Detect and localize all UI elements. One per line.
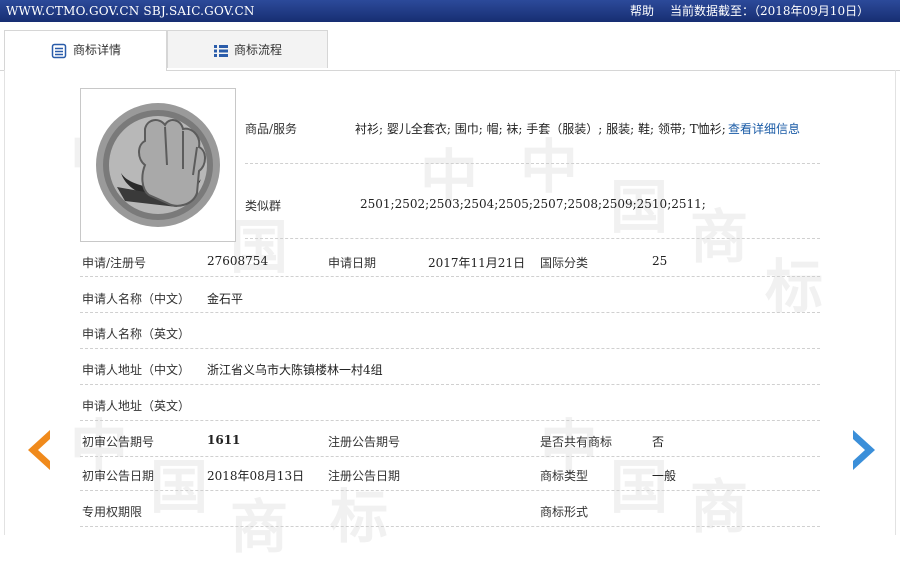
- watermark-char: 商: [230, 493, 289, 561]
- watermark-char: 国: [150, 453, 209, 521]
- address-cn-value: 浙江省义乌市大陈镇楼林一村4组: [207, 363, 383, 377]
- reg-no-value: 27608754: [207, 254, 269, 268]
- reg-notice-date-label: 注册公告日期: [328, 469, 401, 483]
- divider: [80, 420, 820, 421]
- divider: [245, 238, 820, 239]
- similar-group-value: 2501;2502;2503;2504;2505;2507;2508;2509;…: [360, 197, 706, 211]
- top-banner: WWW.CTMO.GOV.CN SBJ.SAIC.GOV.CN 帮助 当前数据截…: [0, 0, 900, 22]
- trademark-type-value: 一般: [652, 469, 677, 483]
- divider: [80, 526, 820, 527]
- help-link[interactable]: 帮助: [630, 0, 654, 22]
- watermark-char: 商: [690, 473, 749, 541]
- goods-label: 商品/服务: [245, 122, 298, 136]
- trademark-type-label: 商标类型: [540, 469, 589, 483]
- applicant-en-label: 申请人名称（英文）: [82, 327, 191, 341]
- prelim-notice-date-value: 2018年08月13日: [207, 469, 305, 483]
- tab-label: 商标详情: [73, 43, 122, 57]
- address-cn-label: 申请人地址（中文）: [82, 363, 191, 377]
- divider: [80, 276, 820, 277]
- tab-trademark-process[interactable]: 商标流程: [167, 30, 328, 68]
- divider: [80, 490, 820, 491]
- divider: [80, 312, 820, 313]
- divider: [80, 348, 820, 349]
- prelim-notice-date-label: 初审公告日期: [82, 469, 155, 483]
- site-url[interactable]: WWW.CTMO.GOV.CN SBJ.SAIC.GOV.CN: [6, 0, 255, 22]
- view-details-link[interactable]: 查看详细信息: [728, 120, 800, 137]
- data-date: 当前数据截至：（2018年09月10日）: [670, 4, 870, 18]
- list-icon: [214, 45, 228, 57]
- next-arrow-icon[interactable]: [849, 428, 881, 472]
- prelim-notice-no-value: 1611: [207, 433, 241, 447]
- trademark-image[interactable]: [80, 88, 236, 242]
- tab-bar: 商标详情 商标流程: [0, 30, 900, 71]
- reg-notice-no-label: 注册公告期号: [328, 435, 401, 449]
- trademark-form-label: 商标形式: [540, 505, 589, 519]
- divider: [80, 384, 820, 385]
- facepalm-logo: [96, 103, 220, 227]
- apply-date-value: 2017年11月21日: [428, 256, 526, 270]
- tab-trademark-details[interactable]: 商标详情: [4, 30, 167, 71]
- exclusive-period-label: 专用权期限: [82, 505, 143, 519]
- document-list-icon: [51, 43, 67, 59]
- prelim-notice-no-label: 初审公告期号: [82, 435, 155, 449]
- applicant-cn-label: 申请人名称（中文）: [82, 292, 191, 306]
- tab-label: 商标流程: [234, 43, 283, 57]
- address-en-label: 申请人地址（英文）: [82, 399, 191, 413]
- divider: [80, 456, 820, 457]
- applicant-cn-value: 金石平: [207, 292, 244, 306]
- apply-date-label: 申请日期: [328, 256, 377, 270]
- reg-no-label: 申请/注册号: [82, 256, 147, 270]
- goods-value: 衬衫; 婴儿全套衣; 围巾; 帽; 袜; 手套（服装）; 服装; 鞋; 领带; …: [355, 122, 726, 136]
- intl-class-label: 国际分类: [540, 256, 589, 270]
- divider: [245, 163, 820, 164]
- shared-trademark-value: 否: [652, 435, 665, 449]
- similar-group-label: 类似群: [245, 199, 282, 213]
- intl-class-value: 25: [652, 254, 668, 268]
- previous-arrow-icon[interactable]: [22, 428, 54, 472]
- shared-trademark-label: 是否共有商标: [540, 435, 613, 449]
